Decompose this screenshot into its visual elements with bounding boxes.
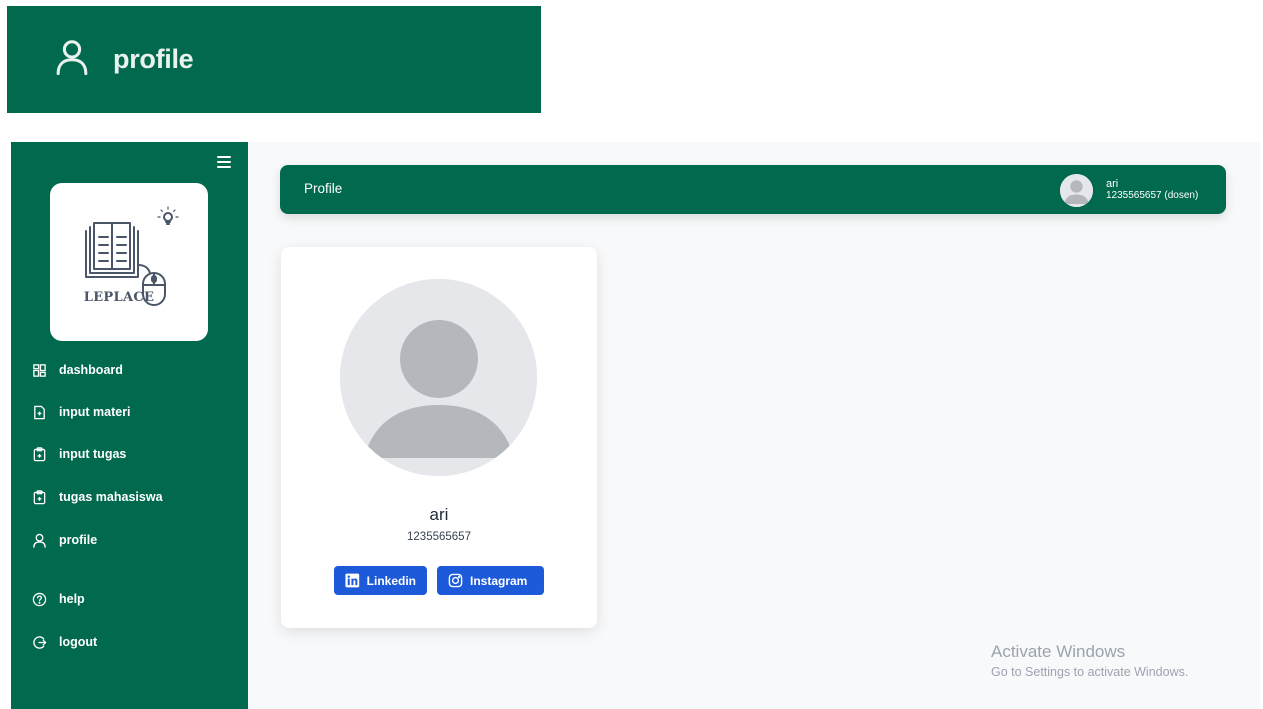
user-icon xyxy=(55,39,89,80)
instagram-icon xyxy=(448,573,463,588)
sidebar-item-help[interactable]: help xyxy=(31,588,85,610)
user-menu[interactable]: ari 1235565657 (dosen) xyxy=(1060,173,1198,207)
linkedin-label: Linkedin xyxy=(366,573,416,588)
profile-name: ari xyxy=(429,505,449,524)
user-icon xyxy=(31,532,47,548)
zoomed-profile-banner: profile xyxy=(7,6,541,113)
sidebar-item-label: logout xyxy=(59,635,98,649)
logo-text: LEPLACE xyxy=(83,290,155,305)
clipboard-plus-icon xyxy=(31,446,47,462)
instagram-label: Instagram xyxy=(470,573,528,588)
page-title: Profile xyxy=(304,181,343,196)
app-window: LEPLACE dashboard input materi input tug… xyxy=(11,142,1260,709)
clipboard-plus-icon xyxy=(31,489,47,505)
menu-toggle-icon[interactable] xyxy=(217,156,231,168)
sidebar-item-label: input materi xyxy=(59,405,131,419)
linkedin-button[interactable]: Linkedin xyxy=(334,566,427,595)
user-id-role: 1235565657 (dosen) xyxy=(1106,190,1199,201)
sidebar-item-input-tugas[interactable]: input tugas xyxy=(31,443,126,465)
grid-icon xyxy=(31,362,47,378)
profile-avatar xyxy=(340,279,537,476)
sidebar-item-dashboard[interactable]: dashboard xyxy=(31,359,123,381)
sidebar-item-label: input tugas xyxy=(59,447,127,461)
logo-card: LEPLACE xyxy=(50,183,208,341)
sidebar-item-logout[interactable]: logout xyxy=(31,631,97,653)
sidebar-item-label: dashboard xyxy=(59,363,123,377)
user-name: ari xyxy=(1106,178,1119,190)
sidebar-item-label: tugas mahasiswa xyxy=(59,490,163,504)
watermark-subtitle: Go to Settings to activate Windows. xyxy=(991,665,1189,679)
zoomed-profile-label: profile xyxy=(113,44,194,74)
watermark-title: Activate Windows xyxy=(991,642,1126,661)
sidebar-item-label: help xyxy=(59,592,85,606)
linkedin-icon xyxy=(345,573,360,588)
sidebar-item-profile[interactable]: profile xyxy=(31,529,97,551)
sidebar: LEPLACE dashboard input materi input tug… xyxy=(11,142,248,709)
instagram-button[interactable]: Instagram xyxy=(437,566,544,595)
help-circle-icon xyxy=(31,591,47,607)
topbar: Profile ari 1235565657 (dosen) xyxy=(280,165,1226,214)
profile-card: ari 1235565657 Linkedin Instagram xyxy=(281,247,597,628)
profile-id: 1235565657 xyxy=(407,531,471,543)
activate-windows-watermark: Activate Windows Go to Settings to activ… xyxy=(991,642,1188,679)
logout-icon xyxy=(31,634,47,650)
sidebar-item-tugas-mahasiswa[interactable]: tugas mahasiswa xyxy=(31,486,163,508)
sidebar-item-label: profile xyxy=(59,533,98,547)
avatar xyxy=(1060,173,1093,207)
sidebar-item-input-materi[interactable]: input materi xyxy=(31,401,131,423)
file-plus-icon xyxy=(31,404,47,420)
